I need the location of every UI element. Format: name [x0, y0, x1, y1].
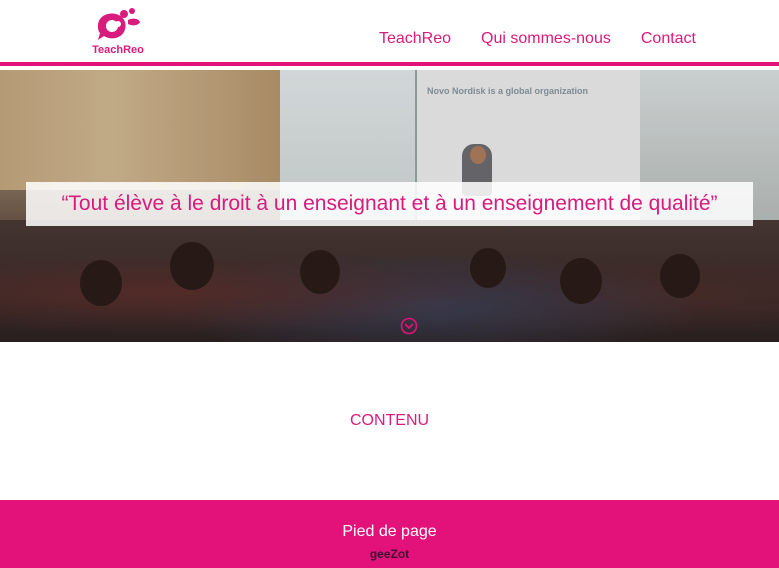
main-content: CONTENU [0, 342, 779, 500]
footer-title: Pied de page [342, 523, 437, 540]
hero-banner: Novo Nordisk is a global organization “T… [0, 70, 779, 342]
content-title: CONTENU [349, 412, 430, 429]
nav-item-contact[interactable]: Contact [641, 29, 696, 49]
main-nav: TeachReo Qui sommes-nous Contact [379, 29, 696, 49]
site-header: TeachReo TeachReo Qui sommes-nous Contac… [0, 0, 779, 66]
logo-text: TeachReo [92, 44, 144, 56]
nav-item-qui-sommes-nous[interactable]: Qui sommes-nous [481, 29, 611, 49]
scroll-down-button[interactable] [400, 317, 418, 335]
teachreo-logo-icon [98, 8, 140, 40]
footer-brand-logo[interactable]: geeZot [0, 547, 779, 561]
site-footer: Pied de page geeZot [0, 500, 779, 568]
logo-link[interactable]: TeachReo [86, 6, 160, 60]
hero-quote: “Tout élève à le droit à un enseignant e… [61, 192, 718, 215]
hero-quote-box: “Tout élève à le droit à un enseignant e… [26, 182, 753, 226]
chevron-down-circle-icon [400, 317, 418, 335]
nav-item-teachreo[interactable]: TeachReo [379, 29, 451, 49]
